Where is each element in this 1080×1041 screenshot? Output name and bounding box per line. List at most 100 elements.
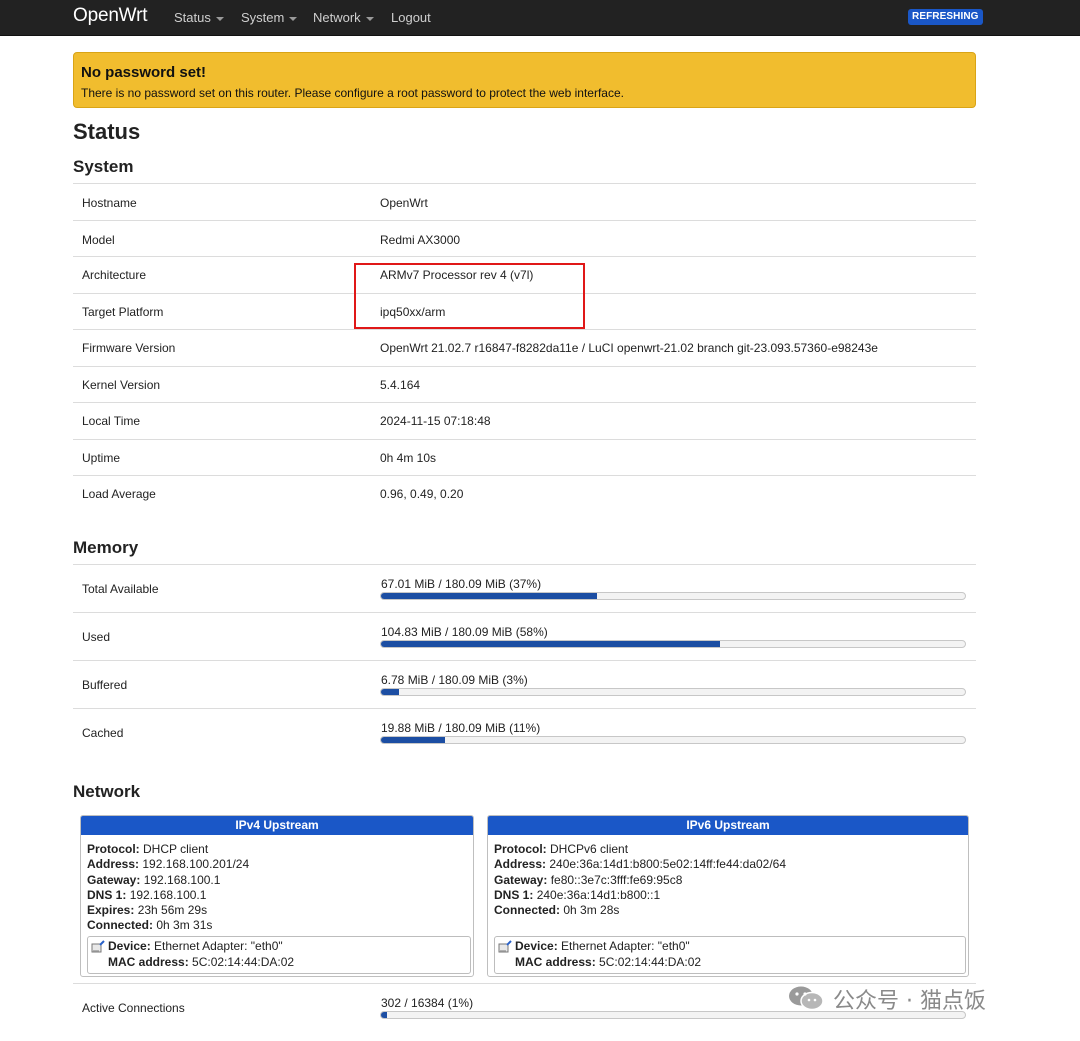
no-password-alert: No password set! There is no password se… — [73, 52, 976, 108]
device-box: Device: Ethernet Adapter: "eth0" MAC add… — [87, 936, 471, 974]
table-row: Model Redmi AX3000 — [73, 220, 976, 256]
detail-label: Connected: — [494, 903, 560, 918]
table-row: Used 104.83 MiB / 180.09 MiB (58%) — [73, 612, 976, 660]
row-key: Active Connections — [82, 1001, 185, 1015]
chevron-down-icon — [289, 16, 298, 21]
progress-bar — [380, 592, 966, 600]
detail-value: fe80::3e7c:3fff:fe69:95c8 — [550, 872, 683, 887]
row-key: Uptime — [82, 451, 121, 465]
detail-value: Ethernet Adapter: "eth0" — [561, 939, 690, 953]
network-heading: Network — [73, 782, 141, 801]
row-key: Model — [82, 233, 115, 247]
detail-value: 240e:36a:14d1:b800::1 — [536, 887, 661, 902]
mac-line: MAC address: 5C:02:14:44:DA:02 — [515, 955, 701, 969]
chevron-down-icon — [215, 16, 224, 21]
table-row: Kernel Version 5.4.164 — [73, 366, 976, 402]
memory-table: Total Available 67.01 MiB / 180.09 MiB (… — [73, 564, 976, 756]
ipv4-upstream-box: IPv4 Upstream Protocol: DHCP client Addr… — [80, 815, 474, 977]
brand-logo[interactable]: OpenWrt — [73, 5, 147, 27]
row-value: 0.96, 0.49, 0.20 — [380, 487, 464, 501]
menu-status[interactable]: Status — [174, 10, 224, 25]
detail-value: 0h 3m 31s — [156, 918, 213, 933]
ipv6-upstream-title: IPv6 Upstream — [488, 816, 968, 835]
page-title: Status — [73, 119, 141, 144]
detail-label: Connected: — [87, 918, 153, 933]
menu-network[interactable]: Network — [313, 10, 374, 25]
detail-value: 23h 56m 29s — [137, 903, 208, 918]
system-table: Hostname OpenWrt Model Redmi AX3000 Archit… — [73, 183, 976, 512]
table-row: Hostname OpenWrt — [73, 183, 976, 220]
ethernet-port-icon — [91, 940, 105, 953]
detail-line: Expires: 23h 56m 29s — [87, 903, 249, 918]
detail-label: MAC address: — [515, 955, 596, 969]
ipv6-upstream-box: IPv6 Upstream Protocol: DHCPv6 client Ad… — [487, 815, 969, 977]
progress-fill — [381, 641, 720, 647]
detail-value: 0h 3m 28s — [563, 903, 620, 918]
top-navbar: OpenWrt Status System Network Logout REF… — [0, 0, 1080, 36]
detail-label: Protocol: — [494, 842, 547, 856]
detail-line: Gateway: fe80::3e7c:3fff:fe69:95c8 — [494, 873, 786, 888]
detail-label: Device: — [108, 939, 151, 953]
progress-fill — [381, 1012, 387, 1018]
row-key: Hostname — [82, 196, 137, 210]
row-key: Target Platform — [82, 305, 164, 319]
watermark-text: 公众号 · 猫点饭 — [833, 989, 986, 1014]
ethernet-port-icon — [498, 940, 512, 953]
row-value: 0h 4m 10s — [380, 451, 437, 465]
ipv4-upstream-title: IPv4 Upstream — [81, 816, 473, 835]
row-key: Architecture — [82, 268, 147, 282]
detail-line: DNS 1: 240e:36a:14d1:b800::1 — [494, 888, 786, 903]
chevron-down-icon — [365, 16, 374, 21]
progress-bar — [380, 640, 966, 648]
row-value: 2024-11-15 07:18:48 — [380, 414, 491, 428]
detail-label: Protocol: — [87, 842, 140, 856]
progress-label: 104.83 MiB / 180.09 MiB (58%) — [381, 625, 548, 639]
progress-bar — [380, 736, 966, 744]
detail-label: DNS 1: — [494, 887, 534, 902]
progress-fill — [381, 689, 399, 695]
menu-network-label: Network — [313, 10, 361, 25]
row-key: Firmware Version — [82, 341, 176, 355]
table-row: Uptime 0h 4m 10s — [73, 439, 976, 475]
row-key: Buffered — [82, 678, 128, 692]
alert-text: There is no password set on this router.… — [81, 86, 624, 100]
menu-system[interactable]: System — [241, 10, 298, 25]
menu-logout[interactable]: Logout — [391, 10, 431, 25]
wechat-icon — [789, 986, 824, 1011]
device-line: Device: Ethernet Adapter: "eth0" — [515, 939, 690, 953]
detail-line: Address: 240e:36a:14d1:b800:5e02:14ff:fe… — [494, 857, 786, 872]
alert-title: No password set! — [81, 64, 207, 81]
table-row: Total Available 67.01 MiB / 180.09 MiB (… — [73, 564, 976, 612]
detail-label: Address: — [494, 857, 547, 872]
progress-bar — [380, 688, 966, 696]
progress-label: 67.01 MiB / 180.09 MiB (37%) — [381, 577, 542, 591]
highlight-box — [354, 263, 585, 329]
detail-value: Ethernet Adapter: "eth0" — [154, 939, 283, 953]
progress-label: 19.88 MiB / 180.09 MiB (11%) — [381, 721, 541, 735]
device-box: Device: Ethernet Adapter: "eth0" MAC add… — [494, 936, 966, 974]
detail-line: Protocol: DHCP client — [87, 842, 249, 857]
progress-label: 302 / 16384 (1%) — [381, 996, 474, 1010]
row-value: OpenWrt 21.02.7 r16847-f8282da11e / LuCI… — [380, 341, 878, 355]
detail-line: DNS 1: 192.168.100.1 — [87, 888, 249, 903]
table-row: Local Time 2024-11-15 07:18:48 — [73, 402, 976, 439]
mac-line: MAC address: 5C:02:14:44:DA:02 — [108, 955, 294, 969]
menu-status-label: Status — [174, 10, 211, 25]
detail-label: Expires: — [87, 903, 135, 918]
detail-line: Gateway: 192.168.100.1 — [87, 873, 249, 888]
detail-value: 192.168.100.1 — [129, 887, 207, 902]
detail-line: Connected: 0h 3m 28s — [494, 903, 786, 918]
detail-value: 5C:02:14:44:DA:02 — [192, 955, 295, 969]
row-key: Local Time — [82, 414, 141, 428]
row-key: Total Available — [82, 582, 159, 596]
refreshing-badge[interactable]: REFRESHING — [908, 9, 983, 25]
device-line: Device: Ethernet Adapter: "eth0" — [108, 939, 283, 953]
row-value: 5.4.164 — [380, 378, 421, 392]
progress-fill — [381, 593, 598, 599]
ipv4-details: Protocol: DHCP client Address: 192.168.1… — [87, 842, 249, 934]
detail-value: 240e:36a:14d1:b800:5e02:14ff:fe44:da02/6… — [549, 857, 787, 872]
menu-system-label: System — [241, 10, 285, 25]
detail-line: Address: 192.168.100.201/24 — [87, 857, 249, 872]
table-row: Cached 19.88 MiB / 180.09 MiB (11%) — [73, 708, 976, 756]
detail-value: 192.168.100.1 — [143, 872, 221, 887]
